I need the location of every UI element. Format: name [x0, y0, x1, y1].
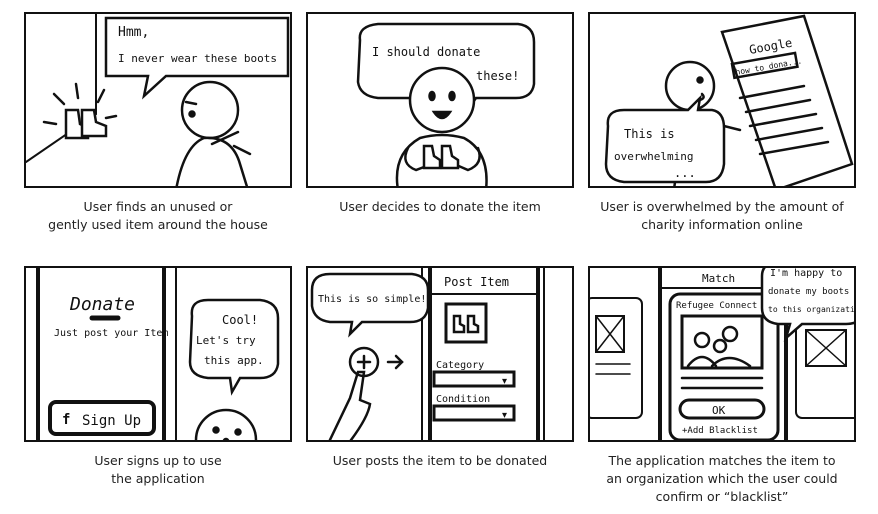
panel-6-speech-line-1: I'm happy to: [770, 268, 842, 279]
panel-4-speech-line-3: this app.: [204, 354, 264, 367]
app-title: Donate: [69, 294, 135, 315]
panel-1-speech-line-1: Hmm,: [118, 25, 149, 40]
facebook-icon: f: [62, 412, 70, 428]
panel-1: Hmm, I never wear these boots: [24, 12, 292, 188]
panel-2-speech-line-1: I should donate: [372, 45, 480, 59]
panel-2-caption: User decides to donate the item: [339, 199, 541, 214]
item-photo[interactable]: [444, 302, 488, 344]
panel-5-speech: This is so simple!: [318, 294, 426, 305]
panel-4-speech-line-1: Cool!: [222, 313, 258, 327]
panel-3-caption: User is overwhelmed by the amount of cha…: [600, 199, 844, 232]
panel-1-speech-line-2: I never wear these boots: [118, 52, 277, 65]
storyboard: Hmm, I never wear these boots User finds…: [0, 0, 878, 514]
panel-6-speech-line-2: donate my boots: [768, 287, 849, 297]
panel-4: Donate Just post your Item f Sign Up Coo…: [24, 266, 292, 442]
match-title: Match: [702, 272, 735, 285]
panel-6: Match Refugee Connect OK +Add Blacklist …: [588, 266, 856, 442]
panel-3-speech-line-2: overwhelming: [614, 150, 693, 163]
panel-3: Google how to dona... This is overwhelmi…: [588, 12, 856, 188]
panel-4-speech-line-2: Let's try: [196, 334, 256, 347]
org-name: Refugee Connect: [676, 301, 757, 311]
condition-label: Condition: [436, 394, 490, 405]
app-subtitle: Just post your Item: [54, 328, 168, 339]
panel-4-caption: User signs up to use the application: [94, 453, 222, 486]
add-blacklist-link[interactable]: +Add Blacklist: [682, 426, 758, 436]
panel-6-speech-line-3: to this organization: [768, 305, 856, 314]
panel-5: Post Item Category ▾ Condition ▾ This is…: [306, 266, 574, 442]
category-label: Category: [436, 360, 484, 371]
chevron-down-icon: ▾: [502, 376, 507, 387]
panel-6-caption: The application matches the item to an o…: [606, 453, 838, 504]
post-item-title: Post Item: [444, 275, 509, 289]
signup-button-label: Sign Up: [82, 413, 141, 429]
panel-3-speech-line-3: ...: [674, 166, 696, 180]
ok-button-label: OK: [712, 404, 726, 417]
panel-1-caption: User finds an unused or gently used item…: [48, 199, 268, 232]
panel-2: I should donate these!: [306, 12, 574, 188]
panel-5-caption: User posts the item to be donated: [332, 453, 548, 468]
panel-2-speech-line-2: these!: [476, 69, 519, 83]
panel-3-speech-line-1: This is: [624, 127, 675, 141]
chevron-down-icon: ▾: [502, 410, 507, 421]
